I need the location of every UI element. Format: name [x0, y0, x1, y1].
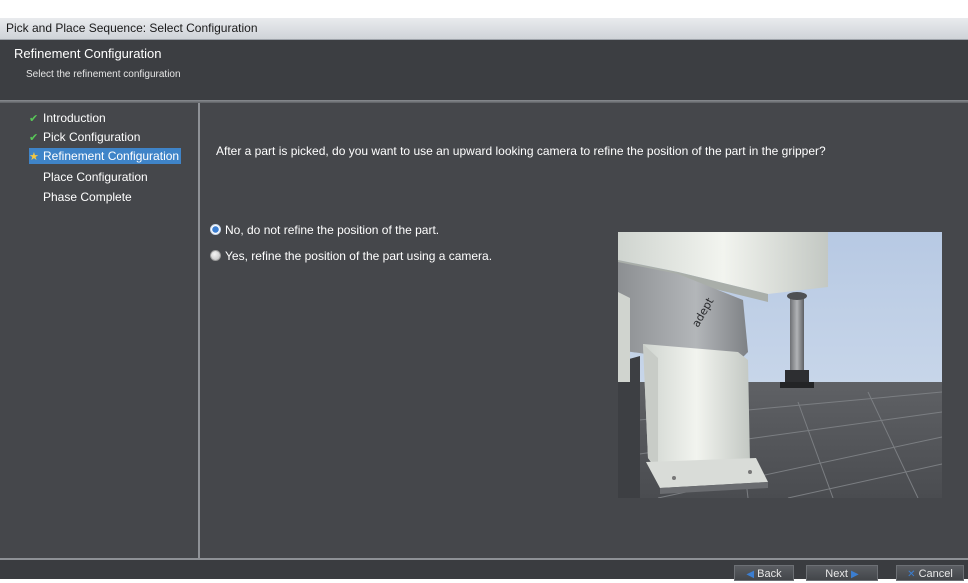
close-icon: ✕ — [907, 569, 916, 580]
cancel-button-label: Cancel — [918, 568, 953, 580]
option-refine-with-camera[interactable]: Yes, refine the position of the part usi… — [210, 248, 492, 264]
next-button-label: Next — [825, 568, 848, 580]
check-icon: ✔ — [29, 113, 39, 125]
option-label: Yes, refine the position of the part usi… — [225, 249, 493, 263]
back-button-label: Back — [757, 568, 782, 580]
wizard-footer: ◀ Back Next ▶ ✕ Cancel — [0, 560, 968, 581]
arrow-left-icon: ◀ — [746, 569, 755, 580]
sidebar-item-refinement-configuration[interactable]: ★ Refinement Configuration — [29, 148, 182, 164]
option-label: No, do not refine the position of the pa… — [225, 223, 440, 237]
main-panel: After a part is picked, do you want to u… — [200, 103, 968, 558]
step-sidebar: ✔ Introduction ✔ Pick Configuration ★ Refin… — [7, 103, 198, 558]
option-no-refine[interactable]: No, do not refine the position of the pa… — [210, 222, 439, 238]
sidebar-item-pick-configuration[interactable]: ✔ Pick Configuration — [29, 129, 140, 145]
radio-unselected-icon[interactable] — [210, 250, 221, 261]
wizard-window: Pick and Place Sequence: Select Configur… — [0, 18, 968, 581]
sidebar-item-phase-complete[interactable]: Phase Complete — [29, 189, 132, 205]
step-title: Refinement Configuration — [14, 46, 162, 61]
robot-preview-image: adept — [618, 232, 942, 498]
question-text: After a part is picked, do you want to u… — [216, 144, 826, 158]
star-icon: ★ — [29, 151, 39, 163]
sidebar-item-place-configuration[interactable]: Place Configuration — [29, 169, 148, 185]
sidebar-item-introduction[interactable]: ✔ Introduction — [29, 110, 106, 126]
wizard-header: Refinement Configuration Select the refi… — [0, 40, 968, 100]
sidebar-item-label: Pick Configuration — [43, 130, 141, 144]
sidebar-item-label: Introduction — [43, 111, 106, 125]
check-icon: ✔ — [29, 132, 39, 144]
arrow-right-icon: ▶ — [850, 569, 859, 580]
sidebar-item-label: Place Configuration — [43, 170, 148, 184]
radio-selected-icon[interactable] — [210, 224, 221, 235]
sidebar-item-label: Phase Complete — [43, 190, 132, 204]
window-title: Pick and Place Sequence: Select Configur… — [6, 21, 258, 35]
title-bar: Pick and Place Sequence: Select Configur… — [0, 18, 968, 40]
sidebar-item-label: Refinement Configuration — [43, 149, 180, 163]
step-subtitle: Select the refinement configuration — [26, 69, 181, 80]
